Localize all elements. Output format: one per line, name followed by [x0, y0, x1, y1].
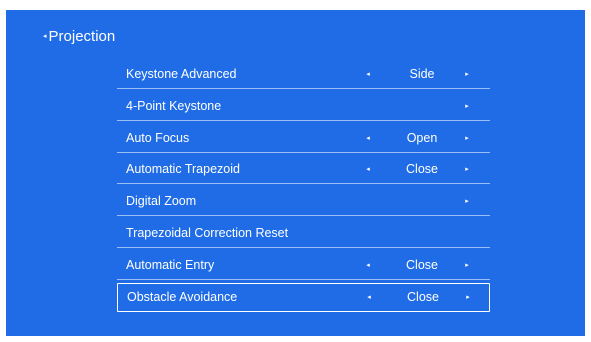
menu-item-label: Auto Focus — [126, 130, 190, 145]
arrow-right-icon[interactable]: ▸ — [463, 134, 471, 142]
menu-item-digital-zoom[interactable]: Digital Zoom ▸ — [117, 187, 490, 217]
arrow-left-icon[interactable]: ◂ — [365, 293, 373, 301]
menu-item-label: Keystone Advanced — [126, 67, 237, 81]
menu-item-label: Obstacle Avoidance — [127, 290, 238, 305]
menu-item-auto-focus[interactable]: Auto Focus ◂ Open ▸ — [117, 124, 490, 153]
arrow-left-icon[interactable]: ◂ — [364, 261, 372, 269]
arrow-right-icon[interactable]: ▸ — [463, 197, 471, 205]
screen: ◂ Projection Keystone Advanced ◂ Side ▸ … — [0, 0, 591, 342]
arrow-left-icon[interactable]: ◂ — [364, 165, 372, 173]
back-arrow-icon[interactable]: ◂ — [43, 28, 47, 46]
menu-item-label: Digital Zoom — [126, 194, 197, 209]
menu-item-value: Close — [406, 257, 438, 272]
menu-item-value: Close — [407, 290, 439, 305]
menu-item-label: Trapezoidal Correction Reset — [126, 225, 289, 240]
menu-item-value: Open — [406, 130, 438, 145]
menu-item-4-point-keystone[interactable]: 4-Point Keystone ▸ — [117, 92, 490, 121]
menu-item-label: Automatic Trapezoid — [126, 162, 240, 177]
menu-item-obstacle-avoidance[interactable]: Obstacle Avoidance ◂ Close ▸ — [117, 282, 490, 312]
menu-item-value: Side — [409, 67, 435, 81]
menu-item-trapezoidal-correction-reset[interactable]: Trapezoidal Correction Reset — [117, 219, 490, 248]
page-title: Projection — [48, 28, 116, 45]
arrow-right-icon[interactable]: ▸ — [464, 293, 472, 301]
arrow-right-icon[interactable]: ▸ — [463, 261, 471, 269]
arrow-left-icon[interactable]: ◂ — [364, 134, 372, 142]
menu-item-label: 4-Point Keystone — [126, 98, 222, 113]
menu-item-automatic-trapezoid[interactable]: Automatic Trapezoid ◂ Close ▸ — [117, 155, 490, 185]
arrow-right-icon[interactable]: ▸ — [463, 70, 471, 78]
arrow-left-icon[interactable]: ◂ — [364, 70, 372, 78]
settings-menu: Keystone Advanced ◂ Side ▸ 4-Point Keyst… — [117, 60, 490, 314]
menu-item-value: Close — [406, 162, 438, 177]
menu-item-keystone-advanced[interactable]: Keystone Advanced ◂ Side ▸ — [117, 60, 490, 89]
arrow-right-icon[interactable]: ▸ — [463, 102, 471, 110]
menu-item-label: Automatic Entry — [126, 257, 215, 272]
page-header[interactable]: ◂ Projection — [43, 28, 115, 46]
menu-item-automatic-entry[interactable]: Automatic Entry ◂ Close ▸ — [117, 251, 490, 280]
arrow-right-icon[interactable]: ▸ — [463, 165, 471, 173]
projection-settings-panel: ◂ Projection Keystone Advanced ◂ Side ▸ … — [6, 10, 585, 336]
